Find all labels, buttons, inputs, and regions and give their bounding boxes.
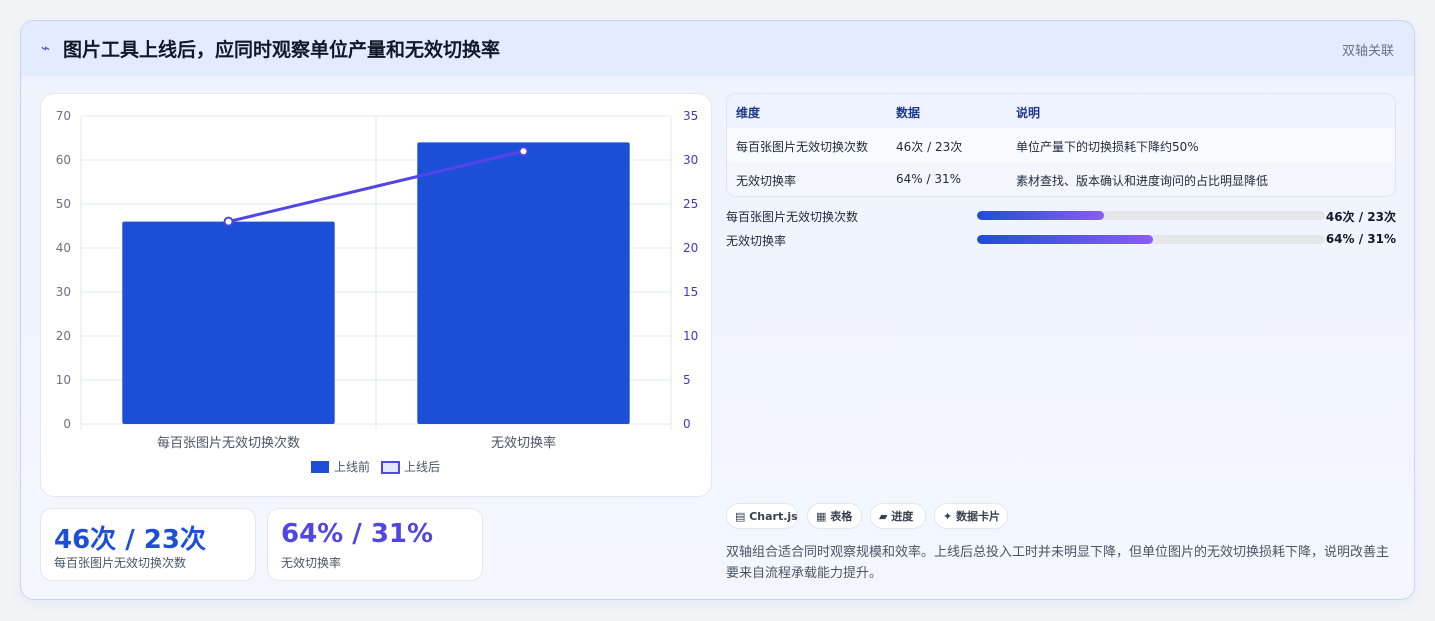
progress-track xyxy=(977,235,1325,244)
data-table: 维度 数据 说明 每百张图片无效切换次数 46次 / 23次 单位产量下的切换损… xyxy=(726,93,1396,197)
tag-chartjs[interactable]: ▤ Chart.js xyxy=(726,503,798,529)
y-tick-label-right: 25 xyxy=(683,197,698,211)
progress-row-switch-count: 每百张图片无效切换次数 46次 / 23次 xyxy=(726,206,1396,226)
y-tick-label-left: 0 xyxy=(63,417,71,431)
table-header-row: 维度 数据 说明 xyxy=(727,94,1395,129)
dual-axis-chart: 0 10 20 30 40 50 60 70 0 5 10 15 20 25 30 35 每百张图片无效切换次数… xyxy=(56,109,698,474)
table-header-cell: 说明 xyxy=(1016,106,1041,120)
x-tick-label: 无效切换率 xyxy=(491,435,556,451)
legend-label-before: 上线前 xyxy=(334,459,370,474)
x-tick-label: 每百张图片无效切换次数 xyxy=(157,435,300,451)
stat-label: 每百张图片无效切换次数 xyxy=(54,556,187,570)
legend-swatch-before xyxy=(311,461,329,473)
table-row: 每百张图片无效切换次数 46次 / 23次 单位产量下的切换损耗下降约50% xyxy=(727,128,1395,163)
y-tick-label-right: 0 xyxy=(683,417,691,431)
progress-fill xyxy=(977,211,1105,220)
chart-panel: 0 10 20 30 40 50 60 70 0 5 10 15 20 25 30 35 每百张图片无效切换次数… xyxy=(40,93,712,497)
y-tick-label-left: 30 xyxy=(56,285,71,299)
legend-label-after: 上线后 xyxy=(404,460,440,474)
card-header: ⌁ 图片工具上线后，应同时观察单位产量和无效切换率 双轴关联 xyxy=(21,21,1414,76)
stat-card-switch-count: 46次 / 23次 每百张图片无效切换次数 xyxy=(40,508,256,581)
table-cell: 素材查找、版本确认和进度询问的占比明显降低 xyxy=(1016,174,1269,188)
table-cell: 46次 / 23次 xyxy=(896,140,963,154)
point-上线后 xyxy=(223,216,234,227)
y-tick-label-left: 20 xyxy=(56,329,71,343)
y-tick-label-left: 10 xyxy=(56,373,71,387)
progress-value: 46次 / 23次 xyxy=(1325,210,1396,224)
stat-label: 无效切换率 xyxy=(281,556,342,570)
pulse-icon: ⌁ xyxy=(41,39,51,57)
progress-label: 每百张图片无效切换次数 xyxy=(726,210,859,224)
table-cell: 64% / 31% xyxy=(896,172,962,186)
table-header-cell: 数据 xyxy=(896,106,921,120)
y-tick-label-right: 15 xyxy=(683,285,698,299)
progress-track xyxy=(977,211,1325,220)
progress-fill xyxy=(977,235,1153,244)
summary-note: 双轴组合适合同时观察规模和效率。上线后总投入工时并未明显下降，但单位图片的无效切… xyxy=(726,545,1390,581)
stat-value: 46次 / 23次 xyxy=(54,525,206,555)
table-cell: 单位产量下的切换损耗下降约50% xyxy=(1016,140,1199,154)
y-tick-label-right: 10 xyxy=(683,329,698,343)
y-tick-label-right: 5 xyxy=(683,373,691,387)
y-tick-label-left: 50 xyxy=(56,197,71,211)
stat-card-switch-rate: 64% / 31% 无效切换率 xyxy=(267,508,483,581)
header-badge: 双轴关联 xyxy=(1341,44,1394,59)
stat-value: 64% / 31% xyxy=(281,519,434,549)
tag-table[interactable]: ▦ 表格 xyxy=(807,503,862,529)
page-title: 图片工具上线后，应同时观察单位产量和无效切换率 xyxy=(63,39,501,61)
y-tick-label-left: 60 xyxy=(56,153,71,167)
progress-value: 64% / 31% xyxy=(1325,232,1396,246)
table-header-cell: 维度 xyxy=(736,106,761,120)
y-tick-label-right: 20 xyxy=(683,241,698,255)
report-card: ⌁ 图片工具上线后，应同时观察单位产量和无效切换率 双轴关联 0 10 20 30 40… xyxy=(20,20,1415,600)
y-tick-label-right: 30 xyxy=(683,153,698,167)
bar-上线前 xyxy=(417,142,630,424)
tag-progress[interactable]: ▰ 进度 xyxy=(870,503,926,529)
table-cell: 无效切换率 xyxy=(736,174,797,188)
y-tick-label-left: 40 xyxy=(56,241,71,255)
progress-label: 无效切换率 xyxy=(726,234,787,248)
tag-data-card[interactable]: ✦ 数据卡片 xyxy=(934,503,1008,529)
table-cell: 每百张图片无效切换次数 xyxy=(736,140,869,154)
table-row: 无效切换率 64% / 31% 素材查找、版本确认和进度询问的占比明显降低 xyxy=(727,162,1395,196)
y-tick-label-left: 70 xyxy=(56,109,71,123)
y-tick-label-right: 35 xyxy=(683,109,698,123)
progress-row-switch-rate: 无效切换率 64% / 31% xyxy=(726,230,1396,250)
legend-swatch-after xyxy=(381,461,400,474)
bar-上线前 xyxy=(122,221,335,424)
point-上线后 xyxy=(518,146,529,157)
